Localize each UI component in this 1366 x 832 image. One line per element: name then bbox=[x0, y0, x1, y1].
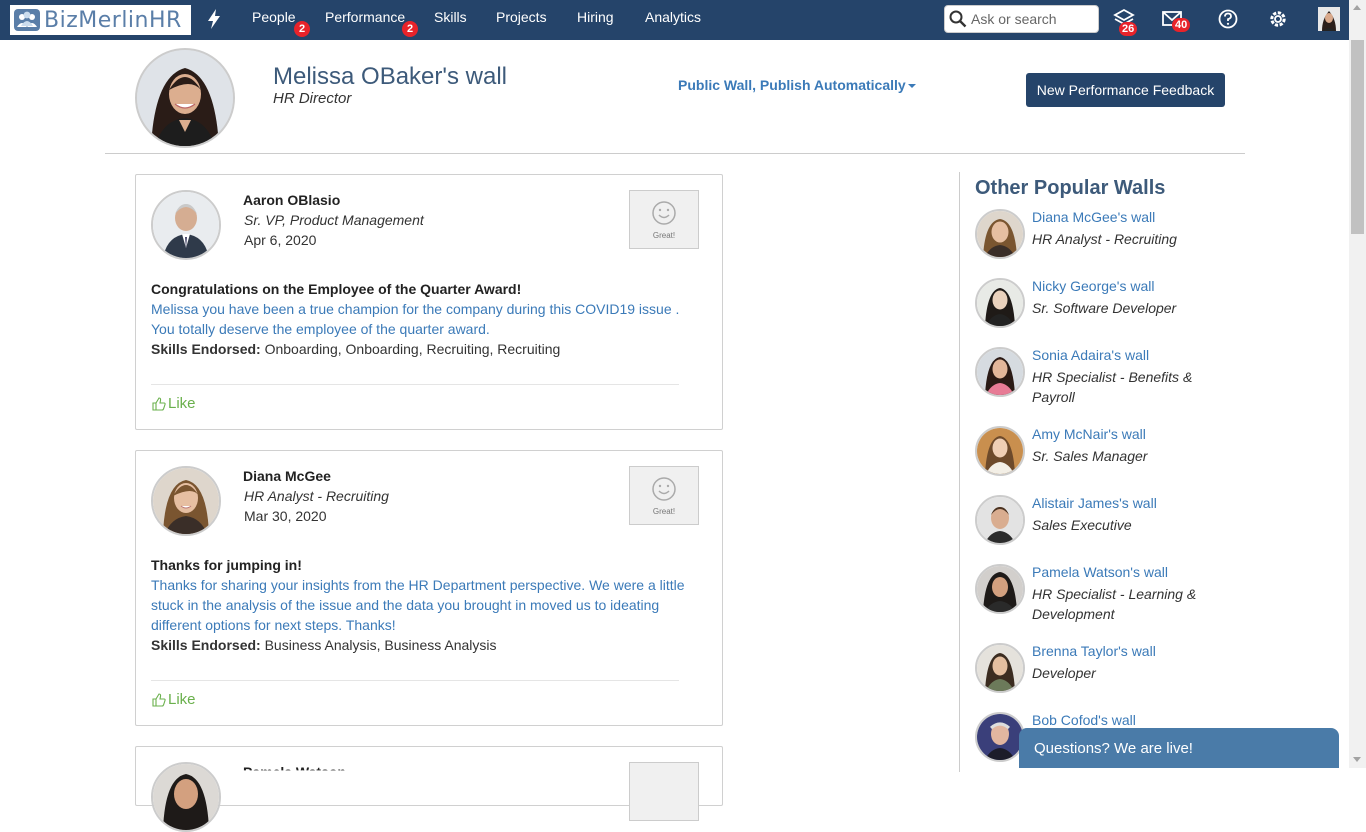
like-button[interactable]: Like bbox=[152, 395, 196, 412]
post-divider bbox=[151, 680, 679, 681]
post-heading: Thanks for jumping in! bbox=[151, 557, 302, 573]
great-badge bbox=[629, 762, 699, 821]
live-chat-widget[interactable]: Questions? We are live! bbox=[1019, 728, 1339, 768]
post-divider bbox=[151, 384, 679, 385]
post-author-role: HR Analyst - Recruiting bbox=[244, 488, 389, 504]
wall-visibility-label: Public Wall, Publish Automatically bbox=[678, 77, 906, 93]
search-box bbox=[944, 5, 1099, 33]
sidebar-divider bbox=[959, 172, 960, 772]
thumbs-up-icon bbox=[152, 396, 166, 411]
nav-analytics[interactable]: Analytics bbox=[645, 9, 701, 25]
skills-endorsed: Skills Endorsed: Onboarding, Onboarding,… bbox=[151, 341, 560, 357]
great-badge: Great! bbox=[629, 190, 699, 249]
nav-projects[interactable]: Projects bbox=[496, 9, 547, 25]
wall-avatar[interactable] bbox=[975, 278, 1025, 328]
great-badge: Great! bbox=[629, 466, 699, 525]
wall-link[interactable]: Nicky George's wall bbox=[1032, 278, 1155, 294]
nav-hiring[interactable]: Hiring bbox=[577, 9, 614, 25]
wall-avatar[interactable] bbox=[975, 564, 1025, 614]
post-heading: Congratulations on the Employee of the Q… bbox=[151, 281, 522, 297]
wall-link[interactable]: Diana McGee's wall bbox=[1032, 209, 1155, 225]
nav-skills[interactable]: Skills bbox=[434, 9, 467, 25]
wall-role: Sr. Sales Manager bbox=[1032, 448, 1148, 464]
skills-endorsed-label: Skills Endorsed: bbox=[151, 341, 261, 357]
skills-endorsed: Skills Endorsed: Business Analysis, Busi… bbox=[151, 637, 496, 653]
gear-icon[interactable] bbox=[1267, 8, 1289, 30]
performance-count-badge: 2 bbox=[402, 21, 418, 37]
scroll-down-arrow-icon[interactable] bbox=[1353, 757, 1361, 762]
mail-count-badge: 40 bbox=[1172, 18, 1191, 32]
people-count-badge: 2 bbox=[294, 21, 310, 37]
new-performance-feedback-button[interactable]: New Performance Feedback bbox=[1026, 73, 1225, 107]
post-date: Apr 6, 2020 bbox=[244, 232, 317, 248]
post-date: Mar 30, 2020 bbox=[244, 508, 327, 524]
wall-avatar[interactable] bbox=[975, 712, 1025, 762]
wall-avatar[interactable] bbox=[975, 495, 1025, 545]
wall-post: Aaron OBlasio Sr. VP, Product Management… bbox=[135, 174, 723, 430]
wall-role: HR Specialist - Learning & Development bbox=[1032, 586, 1197, 622]
badge-label: Great! bbox=[652, 507, 676, 516]
profile-photo bbox=[135, 48, 235, 148]
wall-owner-role: HR Director bbox=[273, 90, 352, 107]
wall-link[interactable]: Pamela Watson's wall bbox=[1032, 564, 1168, 580]
wall-avatar[interactable] bbox=[975, 426, 1025, 476]
post-author-role: Sr. VP, Product Management bbox=[244, 212, 424, 228]
wall-role: Developer bbox=[1032, 665, 1096, 681]
help-icon[interactable] bbox=[1217, 8, 1239, 30]
wall-post: Pamela Watson bbox=[135, 746, 723, 832]
nav-people[interactable]: People bbox=[252, 9, 296, 25]
wall-role: Sales Executive bbox=[1032, 517, 1132, 533]
wall-link[interactable]: Brenna Taylor's wall bbox=[1032, 643, 1156, 659]
post-author-name[interactable]: Diana McGee bbox=[243, 468, 331, 484]
nav-performance[interactable]: Performance bbox=[325, 9, 405, 25]
post-author-name[interactable]: Pamela Watson bbox=[243, 764, 346, 770]
wall-link[interactable]: Amy McNair's wall bbox=[1032, 426, 1146, 442]
wall-role: Sr. Software Developer bbox=[1032, 300, 1177, 316]
like-button[interactable]: Like bbox=[152, 691, 196, 708]
badge-label: Great! bbox=[652, 231, 676, 240]
like-label: Like bbox=[168, 691, 196, 708]
post-author-avatar[interactable] bbox=[151, 762, 221, 832]
post-author-name[interactable]: Aaron OBlasio bbox=[243, 192, 340, 208]
scroll-thumb[interactable] bbox=[1351, 40, 1364, 234]
wall-avatar[interactable] bbox=[975, 209, 1025, 259]
wall-owner-title: Melissa OBaker's wall bbox=[273, 63, 507, 90]
wall-link[interactable]: Alistair James's wall bbox=[1032, 495, 1157, 511]
layers-count-badge: 26 bbox=[1119, 22, 1138, 36]
scroll-up-arrow-icon[interactable] bbox=[1353, 5, 1361, 10]
wall-link[interactable]: Bob Cofod's wall bbox=[1032, 712, 1136, 728]
wall-avatar[interactable] bbox=[975, 347, 1025, 397]
people-logo-icon bbox=[14, 9, 40, 31]
post-author-avatar[interactable] bbox=[151, 190, 221, 260]
page-scrollbar[interactable] bbox=[1349, 0, 1366, 768]
skills-endorsed-list: Onboarding, Onboarding, Recruiting, Recr… bbox=[264, 341, 561, 357]
header-divider bbox=[105, 153, 1245, 154]
search-input[interactable] bbox=[971, 11, 1091, 27]
smiley-icon bbox=[652, 477, 676, 501]
wall-visibility-dropdown[interactable]: Public Wall, Publish Automatically bbox=[678, 77, 916, 93]
like-label: Like bbox=[168, 395, 196, 412]
logo-text: BizMerlinHR bbox=[44, 7, 182, 33]
post-author-avatar[interactable] bbox=[151, 466, 221, 536]
skills-endorsed-label: Skills Endorsed: bbox=[151, 637, 261, 653]
wall-link[interactable]: Sonia Adaira's wall bbox=[1032, 347, 1149, 363]
search-icon bbox=[949, 10, 967, 28]
bizmerlin-logo[interactable]: BizMerlinHR bbox=[10, 5, 191, 35]
top-navbar: BizMerlinHR People 2 Performance 2 Skill… bbox=[0, 0, 1366, 40]
wall-role: HR Specialist - Benefits & Payroll bbox=[1032, 369, 1193, 405]
wall-role: HR Analyst - Recruiting bbox=[1032, 231, 1177, 247]
chat-label: Questions? We are live! bbox=[1034, 740, 1193, 757]
skills-endorsed-list: Business Analysis, Business Analysis bbox=[264, 637, 497, 653]
wall-post: Diana McGee HR Analyst - Recruiting Mar … bbox=[135, 450, 723, 726]
caret-down-icon bbox=[907, 84, 916, 89]
post-body: Thanks for sharing your insights from th… bbox=[151, 577, 685, 633]
wall-avatar[interactable] bbox=[975, 643, 1025, 693]
smiley-icon bbox=[652, 201, 676, 225]
post-body: Melissa you have been a true champion fo… bbox=[151, 301, 680, 337]
popular-walls-title: Other Popular Walls bbox=[975, 177, 1166, 199]
thumbs-up-icon bbox=[152, 692, 166, 707]
user-avatar[interactable] bbox=[1318, 7, 1340, 31]
bolt-icon[interactable] bbox=[204, 8, 224, 30]
